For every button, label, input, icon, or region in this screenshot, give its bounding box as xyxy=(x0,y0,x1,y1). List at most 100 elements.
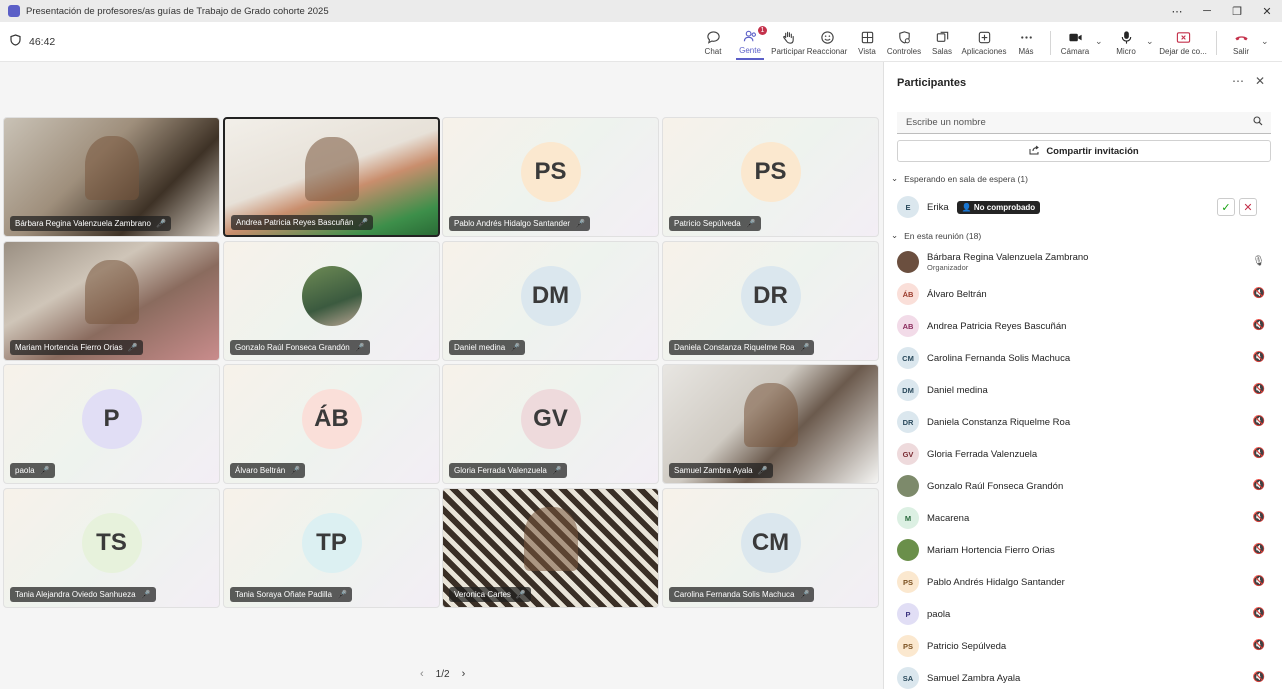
participant-name-tag: Gloria Ferrada Valenzuela 🎤 xyxy=(449,463,567,478)
breakout-rooms-button[interactable]: Salas xyxy=(930,26,954,60)
mic-off-icon[interactable]: 🔇 xyxy=(1253,512,1265,523)
participant-row[interactable]: PS Pablo Andrés Hidalgo Santander 🔇 xyxy=(897,570,1271,594)
participant-row[interactable]: GV Gloria Ferrada Valenzuela 🔇 xyxy=(897,442,1271,466)
video-tile[interactable]: Mariam Hortencia Fierro Orias 🎤 xyxy=(3,241,220,361)
mic-off-icon[interactable]: 🔇 xyxy=(1253,448,1265,459)
video-tile[interactable]: PS Patricio Sepúlveda 🎤 xyxy=(662,117,879,237)
more-button[interactable]: Más xyxy=(1014,26,1038,60)
participant-row[interactable]: CM Carolina Fernanda Solis Machuca 🔇 xyxy=(897,346,1271,370)
video-tile[interactable]: TS Tania Alejandra Oviedo Sanhueza 🎤 xyxy=(3,488,220,608)
mic-off-icon[interactable]: 🔇 xyxy=(1253,352,1265,363)
admit-button[interactable]: ✓ xyxy=(1217,198,1235,216)
participant-row[interactable]: M Macarena 🔇 xyxy=(897,506,1271,530)
previous-page-icon[interactable]: ‹ xyxy=(420,668,424,680)
participant-row[interactable]: Bárbara Regina Valenzuela Zambrano Organi… xyxy=(897,250,1271,274)
mic-options-chevron-icon[interactable]: ⌄ xyxy=(1146,36,1154,47)
participant-name: Daniela Constanza Riquelme Roa xyxy=(674,343,795,352)
smile-icon xyxy=(820,31,834,44)
panel-more-icon[interactable]: ⋯ xyxy=(1232,74,1244,88)
mic-off-icon[interactable]: 🔇 xyxy=(1253,480,1265,491)
participant-row[interactable]: DR Daniela Constanza Riquelme Roa 🔇 xyxy=(897,410,1271,434)
video-tile[interactable]: Veronica Cartes 🎤 xyxy=(442,488,659,608)
video-tile[interactable]: DR Daniela Constanza Riquelme Roa 🎤 xyxy=(662,241,879,361)
close-window-button[interactable]: ✕ xyxy=(1252,0,1282,22)
video-tile[interactable]: PS Pablo Andrés Hidalgo Santander 🎤 xyxy=(442,117,659,237)
next-page-icon[interactable]: › xyxy=(462,668,466,680)
participant-name: Macarena xyxy=(927,512,970,524)
waiting-section-header[interactable]: ⌄ Esperando en sala de espera (1) xyxy=(891,173,1028,184)
participant-row[interactable]: Gonzalo Raúl Fonseca Grandón 🔇 xyxy=(897,474,1271,498)
people-badge: 1 xyxy=(758,26,767,35)
avatar: AB xyxy=(897,315,919,337)
in-meeting-section-header[interactable]: ⌄ En esta reunión (18) xyxy=(891,230,981,241)
participant-row[interactable]: AB Andrea Patricia Reyes Bascuñán 🔇 xyxy=(897,314,1271,338)
mic-off-icon[interactable]: 🔇 xyxy=(1253,672,1265,683)
waiting-participant[interactable]: E Erika 👤 No comprobado ✓ ✕ xyxy=(897,195,1271,219)
participant-row[interactable]: ÁB Álvaro Beltrán 🔇 xyxy=(897,282,1271,306)
avatar: PS xyxy=(897,571,919,593)
minimize-button[interactable]: ─ xyxy=(1192,0,1222,22)
view-button[interactable]: Vista xyxy=(856,26,878,60)
camera-options-chevron-icon[interactable]: ⌄ xyxy=(1095,36,1103,47)
video-tile[interactable]: Andrea Patricia Reyes Bascuñán 🎤 xyxy=(223,117,440,237)
video-tile[interactable]: TP Tania Soraya Oñate Padilla 🎤 xyxy=(223,488,440,608)
controls-button[interactable]: Controles xyxy=(886,26,922,60)
mic-muted-icon: 🎤 xyxy=(551,466,562,475)
mic-off-icon[interactable]: 🔇 xyxy=(1253,608,1265,619)
mic-button[interactable]: Micro xyxy=(1114,26,1138,60)
participant-search-input[interactable]: Escribe un nombre xyxy=(897,112,1271,134)
participant-name: Bárbara Regina Valenzuela Zambrano xyxy=(927,252,1089,263)
chat-button[interactable]: Chat xyxy=(702,26,724,60)
participant-row[interactable]: SA Samuel Zambra Ayala 🔇 xyxy=(897,666,1271,689)
participant-row[interactable]: PS Patricio Sepúlveda 🔇 xyxy=(897,634,1271,658)
video-tile[interactable]: DM Daniel medina 🎤 xyxy=(442,241,659,361)
participant-row[interactable]: Ppaola 🔇 xyxy=(897,602,1271,626)
mic-muted-icon: 🎤 xyxy=(127,343,138,352)
participant-name-tag: paola 🎤 xyxy=(10,463,55,478)
participant-name: Bárbara Regina Valenzuela Zambrano xyxy=(15,219,151,228)
video-tile[interactable]: ÁB Álvaro Beltrán 🎤 xyxy=(223,364,440,484)
grid-view-icon xyxy=(861,31,873,44)
stop-sharing-button[interactable]: Dejar de co... xyxy=(1159,26,1207,60)
participant-name: Álvaro Beltrán xyxy=(235,466,286,475)
mic-on-icon[interactable]: 🎙 xyxy=(1252,256,1265,267)
leave-button[interactable]: Salir xyxy=(1228,26,1254,60)
camera-icon xyxy=(1068,33,1082,42)
mic-off-icon[interactable]: 🔇 xyxy=(1253,288,1265,299)
search-placeholder: Escribe un nombre xyxy=(906,117,986,128)
avatar: ÁB xyxy=(897,283,919,305)
video-tile[interactable]: GV Gloria Ferrada Valenzuela 🎤 xyxy=(442,364,659,484)
video-tile[interactable]: Ppaola 🎤 xyxy=(3,364,220,484)
camera-button[interactable]: Cámara xyxy=(1060,26,1090,60)
video-tile[interactable]: Gonzalo Raúl Fonseca Grandón 🎤 xyxy=(223,241,440,361)
video-tile[interactable]: CM Carolina Fernanda Solis Machuca 🎤 xyxy=(662,488,879,608)
participant-row[interactable]: DM Daniel medina 🔇 xyxy=(897,378,1271,402)
mic-muted-icon: 🎤 xyxy=(155,219,166,228)
panel-close-icon[interactable]: ✕ xyxy=(1255,74,1265,88)
leave-options-chevron-icon[interactable]: ⌄ xyxy=(1261,36,1269,47)
deny-button[interactable]: ✕ xyxy=(1239,198,1257,216)
share-invite-button[interactable]: Compartir invitación xyxy=(897,140,1271,162)
more-options-icon[interactable]: ⋯ xyxy=(1162,0,1192,22)
video-tile[interactable]: Samuel Zambra Ayala 🎤 xyxy=(662,364,879,484)
participant-name: Carolina Fernanda Solis Machuca xyxy=(674,590,795,599)
mic-off-icon[interactable]: 🔇 xyxy=(1253,576,1265,587)
react-button[interactable]: Reaccionar xyxy=(807,26,847,60)
avatar: TS xyxy=(81,513,142,574)
mic-off-icon[interactable]: 🔇 xyxy=(1253,416,1265,427)
participant-name-tag: Tania Soraya Oñate Padilla 🎤 xyxy=(230,587,352,602)
video-tile[interactable]: Bárbara Regina Valenzuela Zambrano 🎤 xyxy=(3,117,220,237)
raise-hand-button[interactable]: Participar xyxy=(771,26,805,60)
apps-button[interactable]: Aplicaciones xyxy=(962,26,1006,60)
panel-title: Participantes xyxy=(897,77,967,89)
mic-off-icon[interactable]: 🔇 xyxy=(1253,320,1265,331)
mic-off-icon[interactable]: 🔇 xyxy=(1253,640,1265,651)
mic-muted-icon: 🎤 xyxy=(745,219,756,228)
mic-off-icon[interactable]: 🔇 xyxy=(1253,384,1265,395)
timer-label: 46:42 xyxy=(29,35,56,48)
people-button[interactable]: 1 Gente xyxy=(736,26,767,60)
mic-off-icon[interactable]: 🔇 xyxy=(1253,544,1265,555)
participant-row[interactable]: Mariam Hortencia Fierro Orias 🔇 xyxy=(897,538,1271,562)
page-indicator: 1/2 xyxy=(435,668,450,680)
restore-button[interactable]: ❐ xyxy=(1222,0,1252,22)
